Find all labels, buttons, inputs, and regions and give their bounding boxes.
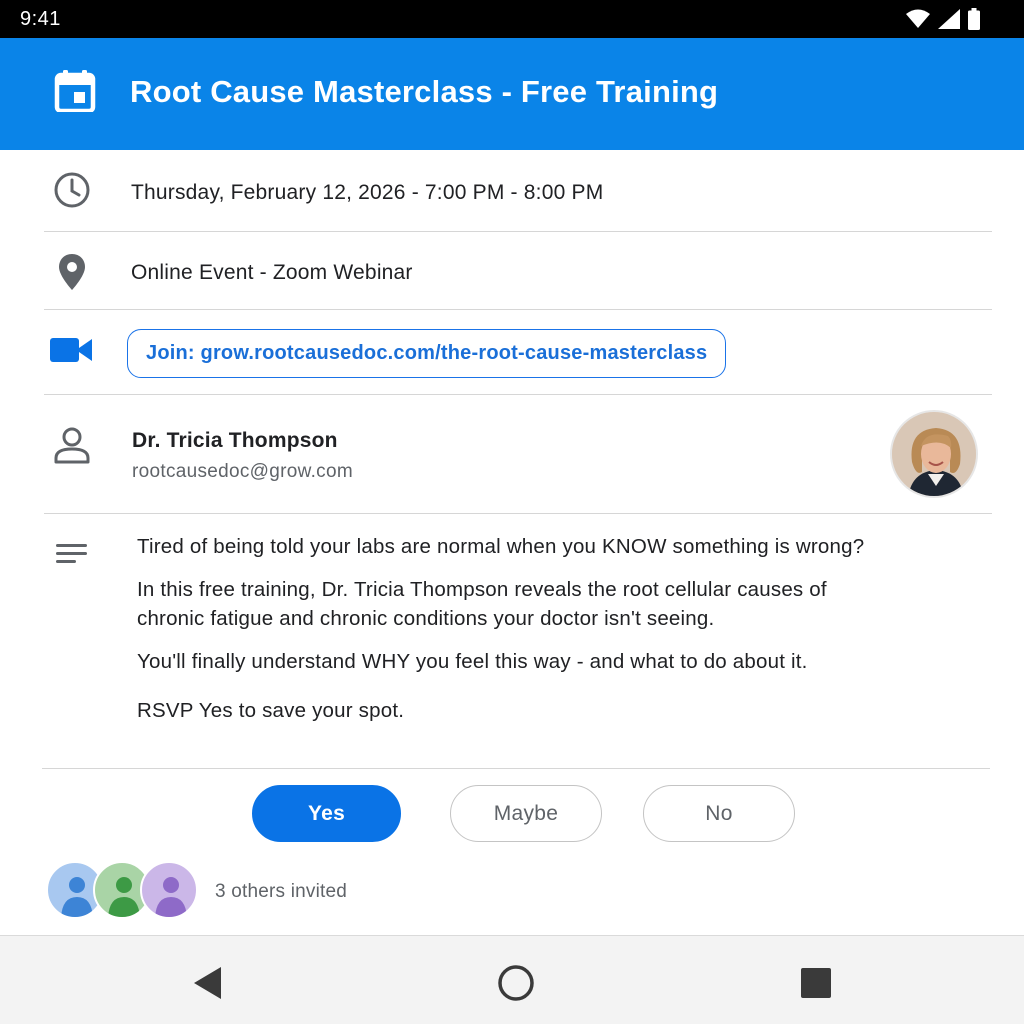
organizer-row: Dr. Tricia Thompson rootcausedoc@grow.co… xyxy=(44,395,992,514)
event-title: Root Cause Masterclass - Free Training xyxy=(130,74,719,109)
clock-icon xyxy=(54,172,90,208)
app-bar: Root Cause Masterclass - Free Training xyxy=(0,38,1024,150)
wifi-icon xyxy=(906,9,930,28)
description-row: Tired of being told your labs are normal… xyxy=(42,514,990,769)
organizer-name: Dr. Tricia Thompson xyxy=(132,429,338,452)
event-datetime: Thursday, February 12, 2026 - 7:00 PM - … xyxy=(131,181,604,204)
status-time: 9:41 xyxy=(20,8,61,30)
calendar-icon xyxy=(54,70,96,112)
organizer-email: rootcausedoc@grow.com xyxy=(132,461,353,482)
join-link-button[interactable]: Join: grow.rootcausedoc.com/the-root-cau… xyxy=(127,329,727,378)
description-icon xyxy=(56,544,87,563)
person-icon xyxy=(54,427,90,464)
rsvp-no-button[interactable]: No xyxy=(643,785,795,842)
organizer-avatar[interactable] xyxy=(890,410,978,498)
description-paragraph: You'll finally understand WHY you feel t… xyxy=(137,650,808,673)
rsvp-yes-button[interactable]: Yes xyxy=(252,785,401,842)
rsvp-maybe-button[interactable]: Maybe xyxy=(450,785,602,842)
organizer-photo xyxy=(892,412,976,496)
invitees[interactable]: 3 others invited xyxy=(46,861,446,921)
event-time-row: Thursday, February 12, 2026 - 7:00 PM - … xyxy=(44,150,992,232)
person-avatar-icon xyxy=(155,877,187,917)
cell-signal-icon xyxy=(938,9,960,29)
home-icon[interactable] xyxy=(496,963,536,1003)
video-camera-icon xyxy=(50,338,92,362)
status-icons xyxy=(906,8,980,30)
rsvp-group: Yes Maybe No xyxy=(0,785,1024,843)
description-paragraph: RSVP Yes to save your spot. xyxy=(137,699,405,722)
description-paragraph: Tired of being told your labs are normal… xyxy=(137,535,865,558)
join-link-row: Join: grow.rootcausedoc.com/the-root-cau… xyxy=(44,310,992,395)
battery-icon xyxy=(968,8,980,30)
navigation-bar xyxy=(0,935,1024,1024)
event-location-row: Online Event - Zoom Webinar xyxy=(44,232,992,310)
status-bar: 9:41 xyxy=(0,0,1024,38)
invitee-count: 3 others invited xyxy=(215,881,348,902)
description-paragraph: In this free training, Dr. Tricia Thomps… xyxy=(137,578,827,630)
back-icon[interactable] xyxy=(188,963,228,1003)
invitee-avatar xyxy=(140,861,198,919)
location-pin-icon xyxy=(59,254,85,290)
recents-icon[interactable] xyxy=(796,963,836,1003)
event-description: Tired of being told your labs are normal… xyxy=(137,532,877,739)
event-location: Online Event - Zoom Webinar xyxy=(131,261,413,284)
